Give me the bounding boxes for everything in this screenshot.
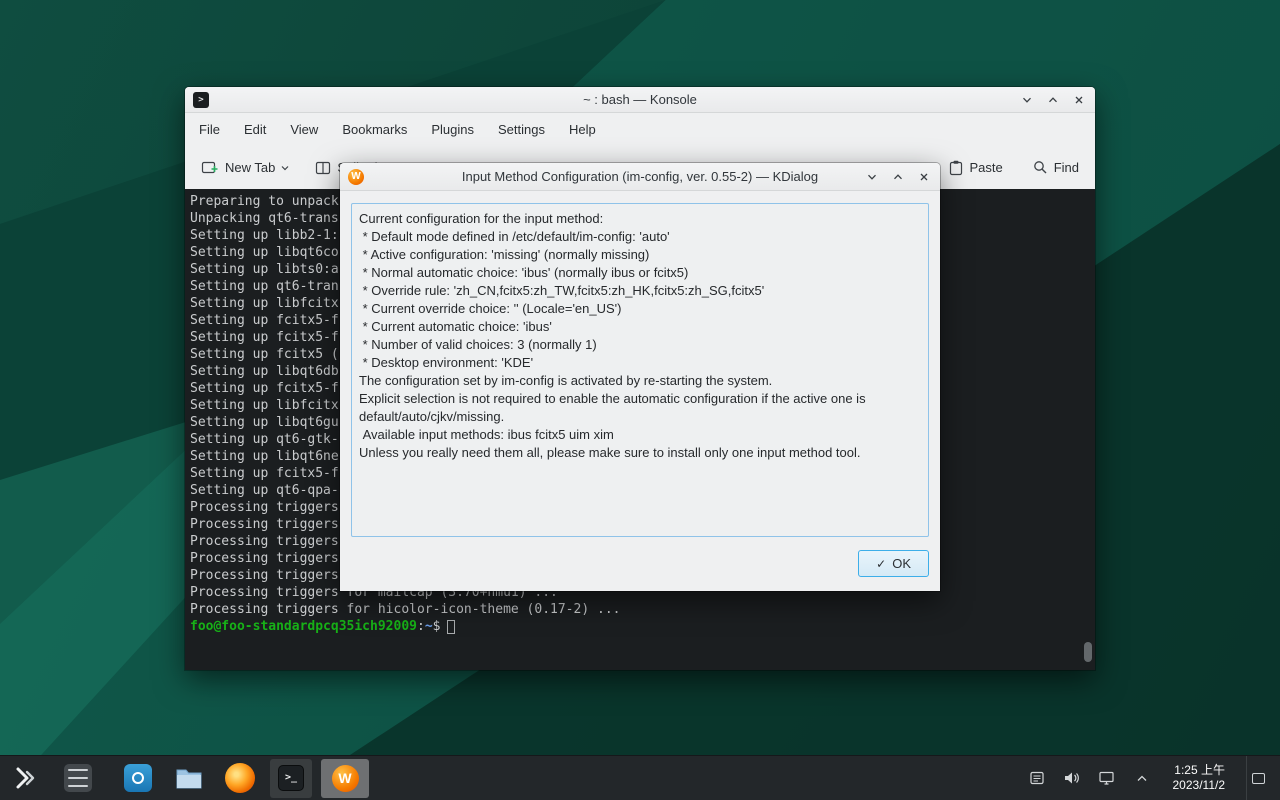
kdialog-app-icon: W: [348, 169, 364, 185]
close-button[interactable]: [1071, 92, 1087, 108]
dialog-close-button[interactable]: [916, 169, 932, 185]
dialog-message-frame: Current configuration for the input meth…: [351, 203, 929, 537]
dialog-button-row: ✓ OK: [351, 537, 929, 577]
im-config-dialog: W Input Method Configuration (im-config,…: [340, 163, 940, 591]
paste-button[interactable]: Paste: [943, 155, 1008, 181]
prompt-separator: :: [417, 619, 425, 634]
check-icon: ✓: [876, 557, 886, 571]
menu-item-edit[interactable]: Edit: [244, 122, 266, 137]
new-tab-button[interactable]: New Tab: [195, 155, 295, 180]
dialog-maximize-button[interactable]: [890, 169, 906, 185]
minimize-button[interactable]: [1019, 92, 1035, 108]
split-view-icon: [315, 161, 331, 175]
file-manager-button[interactable]: [168, 759, 210, 798]
paste-label: Paste: [969, 160, 1002, 175]
konsole-titlebar[interactable]: > ~ : bash — Konsole: [185, 87, 1095, 113]
maximize-button[interactable]: [1045, 92, 1061, 108]
dialog-body: Current configuration for the input meth…: [340, 191, 940, 591]
app-launcher-icon: [14, 766, 40, 790]
dialog-minimize-button[interactable]: [864, 169, 880, 185]
paste-icon: [949, 160, 963, 176]
terminal-prompt: foo@foo-standardpcq35ich92009:~$: [190, 618, 1081, 635]
chevron-up-icon: [892, 171, 904, 183]
konsole-menubar: File Edit View Bookmarks Plugins Setting…: [185, 113, 1095, 146]
sliders-button[interactable]: [57, 759, 99, 798]
sliders-icon: [64, 764, 92, 792]
chevron-down-icon: [1021, 94, 1033, 106]
close-icon: [1073, 94, 1085, 106]
dialog-title: Input Method Configuration (im-config, v…: [340, 169, 940, 184]
dialog-message: Current configuration for the input meth…: [359, 210, 921, 462]
show-desktop-button[interactable]: [1246, 756, 1270, 800]
scrollbar-thumb[interactable]: [1084, 642, 1092, 662]
chevron-up-icon: [1136, 774, 1148, 783]
find-button[interactable]: Find: [1027, 155, 1085, 180]
desktop: > ~ : bash — Konsole File Edit View Book…: [0, 0, 1280, 800]
konsole-window-title: ~ : bash — Konsole: [185, 92, 1095, 107]
prompt-user-host: foo@foo-standardpcq35ich92009: [190, 619, 417, 634]
taskbar: >_ W: [0, 755, 1280, 800]
menu-item-settings[interactable]: Settings: [498, 122, 545, 137]
caret-down-icon: [281, 165, 289, 171]
show-desktop-icon: [1252, 773, 1265, 784]
dialog-titlebar[interactable]: W Input Method Configuration (im-config,…: [340, 163, 940, 191]
terminal-scrollbar[interactable]: [1083, 193, 1092, 666]
firefox-button[interactable]: [219, 759, 261, 798]
volume-button[interactable]: [1062, 768, 1082, 788]
imconfig-task-button[interactable]: W: [321, 759, 369, 798]
new-tab-icon: [201, 160, 219, 175]
system-tray: 1:25 上午 2023/11/2: [1027, 756, 1280, 800]
blue-app-icon: [124, 764, 152, 792]
chevron-up-icon: [1047, 94, 1059, 106]
ok-button-label: OK: [892, 556, 911, 571]
konsole-app-icon: >: [193, 92, 209, 108]
find-label: Find: [1054, 160, 1079, 175]
close-icon: [918, 171, 930, 183]
menu-item-help[interactable]: Help: [569, 122, 596, 137]
imconfig-w-icon: W: [332, 765, 359, 792]
clock-date: 2023/11/2: [1173, 778, 1226, 793]
menu-item-bookmarks[interactable]: Bookmarks: [342, 122, 407, 137]
menu-item-view[interactable]: View: [290, 122, 318, 137]
menu-item-plugins[interactable]: Plugins: [431, 122, 474, 137]
new-tab-label: New Tab: [225, 160, 275, 175]
clock[interactable]: 1:25 上午 2023/11/2: [1167, 763, 1232, 793]
firefox-icon: [225, 763, 255, 793]
notifications-icon: [1029, 770, 1045, 786]
display-button[interactable]: [1097, 768, 1117, 788]
display-icon: [1098, 770, 1115, 786]
notifications-tray-button[interactable]: [1027, 768, 1047, 788]
blue-app-button[interactable]: [117, 759, 159, 798]
konsole-task-button[interactable]: >_: [270, 759, 312, 798]
chevron-down-icon: [866, 171, 878, 183]
search-icon: [1033, 160, 1048, 175]
prompt-path: ~: [425, 619, 433, 634]
folder-icon: [175, 766, 203, 790]
volume-icon: [1063, 770, 1080, 786]
prompt-symbol: $: [433, 619, 441, 634]
menu-item-file[interactable]: File: [199, 122, 220, 137]
tray-expand-button[interactable]: [1132, 768, 1152, 788]
konsole-icon: >_: [278, 765, 304, 791]
app-launcher-button[interactable]: [6, 759, 48, 798]
terminal-cursor: [447, 620, 455, 634]
ok-button[interactable]: ✓ OK: [858, 550, 929, 577]
clock-time: 1:25 上午: [1173, 763, 1226, 778]
